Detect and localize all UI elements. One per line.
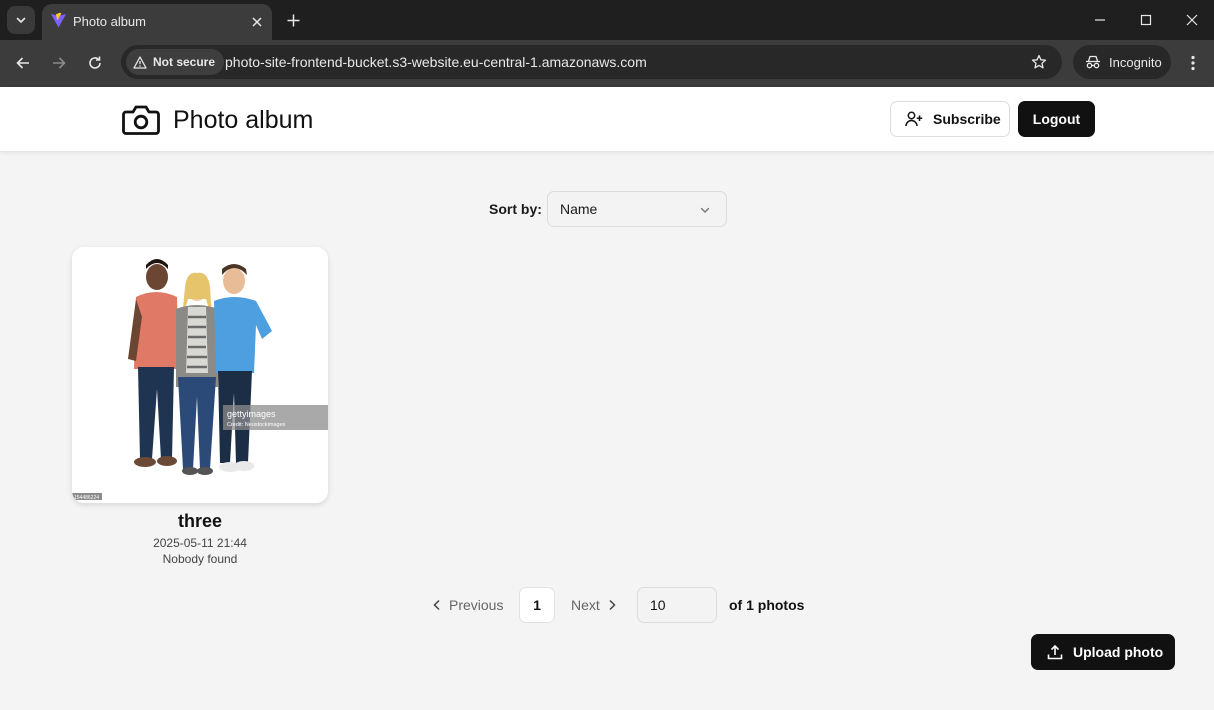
security-chip[interactable]: Not secure [126,49,225,75]
sort-label: Sort by: [489,201,542,217]
browser-tab[interactable]: Photo album [42,4,272,40]
warning-icon [133,55,147,69]
site-header: Photo album Subscribe Logout [0,87,1214,152]
browser-menu-button[interactable] [1183,53,1203,73]
maximize-icon [1140,14,1152,26]
page-size-input[interactable] [637,587,717,623]
watermark-credit: Credit: Neustockimages [227,422,286,428]
next-page-button[interactable]: Next [566,590,626,620]
tab-title: Photo album [73,14,146,29]
chevron-down-icon [16,17,26,24]
page-title: Photo album [173,106,314,134]
minimize-icon [1095,19,1105,21]
reload-icon [89,56,101,69]
forward-button[interactable] [47,51,71,75]
watermark-text: gettyimages [227,409,276,419]
image-id-text: 154486224 [74,495,99,501]
chevron-right-icon [609,599,616,611]
chevron-left-icon [433,599,440,611]
sort-selected-value: Name [560,201,598,217]
photo-date: 2025-05-11 21:44 [153,536,247,550]
page-number-button[interactable]: 1 [519,587,555,623]
photo-thumbnail: gettyimages Credit: Neustockimages 15448… [72,247,328,503]
subscribe-label: Subscribe [933,111,1001,127]
camera-icon [122,105,160,135]
bookmark-button[interactable] [1029,52,1049,72]
close-icon [252,17,262,27]
vite-favicon-icon [51,12,66,28]
subscribe-button[interactable]: Subscribe [890,101,1010,137]
url-text[interactable]: photo-site-frontend-bucket.s3-website.eu… [225,54,647,70]
previous-label: Previous [449,597,504,613]
upload-label: Upload photo [1073,644,1164,660]
previous-page-button[interactable]: Previous [425,590,510,620]
arrow-left-icon [16,57,29,69]
tab-search-button[interactable] [7,6,35,34]
arrow-right-icon [53,57,66,69]
user-plus-icon [905,111,923,127]
upload-icon [1047,644,1063,660]
minimize-window-button[interactable] [1088,8,1112,32]
browser-toolbar: Not secure photo-site-frontend-bucket.s3… [0,40,1214,87]
next-label: Next [571,597,600,613]
total-photos-label: of 1 photos [729,597,805,613]
more-vertical-icon [1191,55,1195,71]
photo-name: three [177,511,222,531]
incognito-profile-button[interactable]: Incognito [1073,45,1171,79]
close-window-button[interactable] [1180,8,1204,32]
browser-tabbar: Photo album [0,0,1214,40]
back-button[interactable] [11,51,35,75]
plus-icon [287,14,299,26]
close-icon [1186,14,1198,26]
incognito-icon [1086,55,1100,69]
maximize-window-button[interactable] [1134,8,1158,32]
new-tab-button[interactable] [282,9,304,31]
upload-photo-button[interactable]: Upload photo [1031,634,1175,670]
photo-faces: Nobody found [162,552,238,566]
star-icon [1031,54,1047,69]
photo-card-image[interactable]: gettyimages Credit: Neustockimages 15448… [72,247,328,503]
address-bar[interactable]: Not secure photo-site-frontend-bucket.s3… [121,45,1062,79]
security-label: Not secure [153,55,216,69]
reload-button[interactable] [83,51,107,75]
chevron-down-icon [700,207,710,213]
tab-close-button[interactable] [248,13,266,31]
incognito-label: Incognito [1109,54,1162,70]
logout-button[interactable]: Logout [1018,101,1095,137]
sort-select[interactable]: Name [547,191,727,227]
